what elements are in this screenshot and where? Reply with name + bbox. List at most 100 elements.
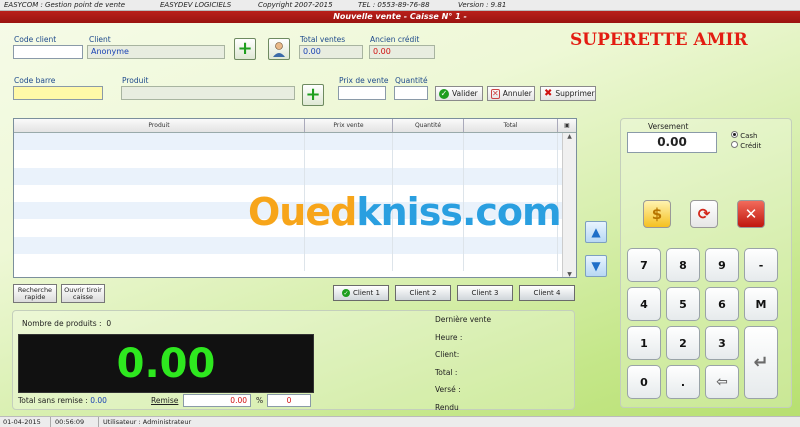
enter-key[interactable]: ↵ bbox=[744, 326, 778, 399]
company-name: EASYDEV LOGICIELS bbox=[160, 1, 232, 9]
table-cell bbox=[305, 236, 393, 255]
arrow-up-icon: ▲ bbox=[591, 225, 601, 239]
client-4-button[interactable]: Client 4 bbox=[519, 285, 575, 301]
copyright: Copyright 2007-2015 bbox=[258, 1, 333, 9]
key-dot[interactable]: . bbox=[666, 365, 700, 399]
check-icon: ✓ bbox=[342, 289, 351, 297]
table-row[interactable] bbox=[14, 133, 576, 151]
table-cell bbox=[305, 167, 393, 185]
client-last-label: Client: bbox=[435, 350, 460, 359]
valider-button[interactable]: ✓ Valider bbox=[435, 86, 483, 101]
recherche-rapide-button[interactable]: Recherche rapide bbox=[13, 284, 57, 303]
derniere-vente-title: Dernière vente bbox=[435, 315, 492, 324]
key-3[interactable]: 3 bbox=[705, 326, 739, 360]
col-total[interactable]: Total bbox=[464, 119, 558, 132]
add-client-button[interactable]: + bbox=[234, 38, 256, 60]
key-9[interactable]: 9 bbox=[705, 248, 739, 282]
app-title: EASYCOM : Gestion point de vente bbox=[4, 1, 126, 9]
status-divider bbox=[50, 417, 51, 427]
remise-label: Remise bbox=[151, 396, 179, 405]
col-produit[interactable]: Produit bbox=[14, 119, 305, 132]
nombre-produits: Nombre de produits : 0 bbox=[22, 319, 112, 328]
close-button[interactable]: ✕ bbox=[737, 200, 765, 228]
grid-options-icon[interactable]: ▣ bbox=[558, 119, 576, 132]
refresh-button[interactable]: ⟳ bbox=[690, 200, 718, 228]
move-down-button[interactable]: ▼ bbox=[585, 255, 607, 277]
key-4[interactable]: 4 bbox=[627, 287, 661, 321]
backspace-icon: ⇦ bbox=[716, 374, 728, 390]
key-0[interactable]: 0 bbox=[627, 365, 661, 399]
ancien-credit-field: 0.00 bbox=[369, 45, 435, 59]
key-5[interactable]: 5 bbox=[666, 287, 700, 321]
ancien-credit-label: Ancien crédit bbox=[370, 35, 420, 44]
percent-label: % bbox=[256, 396, 264, 405]
cash-option[interactable]: Cash bbox=[731, 131, 761, 140]
dollar-button[interactable]: $ bbox=[643, 200, 671, 228]
code-client-label: Code client bbox=[14, 35, 57, 44]
scroll-down-icon[interactable]: ▼ bbox=[563, 271, 576, 277]
table-cell bbox=[464, 236, 558, 255]
produit-label: Produit bbox=[122, 76, 149, 85]
scroll-up-icon[interactable]: ▲ bbox=[563, 133, 576, 140]
rendu-label: Rendu bbox=[435, 402, 459, 412]
add-product-button[interactable]: + bbox=[302, 84, 324, 106]
key-7[interactable]: 7 bbox=[627, 248, 661, 282]
table-cell bbox=[14, 236, 305, 255]
table-row[interactable] bbox=[14, 167, 576, 185]
client-label: Client bbox=[89, 35, 111, 44]
key-2[interactable]: 2 bbox=[666, 326, 700, 360]
percent-input[interactable]: 0 bbox=[267, 394, 311, 407]
client-profile-button[interactable] bbox=[268, 38, 290, 60]
key-m[interactable]: M bbox=[744, 287, 778, 321]
remise-input[interactable]: 0.00 bbox=[183, 394, 251, 407]
total-sans-remise: Total sans remise : 0.00 bbox=[18, 396, 107, 405]
plus-icon: + bbox=[305, 84, 321, 105]
produit-field bbox=[121, 86, 295, 100]
client-field: Anonyme bbox=[87, 45, 225, 59]
client-1-button[interactable]: ✓ Client 1 bbox=[333, 285, 389, 301]
client-2-button[interactable]: Client 2 bbox=[395, 285, 451, 301]
prix-vente-input[interactable] bbox=[338, 86, 386, 100]
payment-type: Cash Crédit bbox=[731, 131, 761, 150]
code-client-input[interactable] bbox=[13, 45, 83, 59]
col-prix-vente[interactable]: Prix vente bbox=[305, 119, 393, 132]
table-row[interactable] bbox=[14, 150, 576, 168]
table-cell bbox=[393, 236, 464, 255]
status-time: 00:56:09 bbox=[55, 418, 85, 426]
code-barre-input[interactable] bbox=[13, 86, 103, 100]
derniere-vente: Dernière vente Heure : Client: Total : V… bbox=[435, 311, 491, 416]
table-cell bbox=[393, 254, 464, 272]
credit-option[interactable]: Crédit bbox=[731, 141, 761, 150]
total-last-label: Total : bbox=[435, 367, 458, 377]
versement-input[interactable]: 0.00 bbox=[627, 132, 717, 153]
table-cell bbox=[305, 150, 393, 168]
col-quantite[interactable]: Quantité bbox=[393, 119, 464, 132]
quantite-input[interactable] bbox=[394, 86, 428, 100]
credit-radio[interactable] bbox=[731, 141, 738, 148]
key-8[interactable]: 8 bbox=[666, 248, 700, 282]
status-date: 01-04-2015 bbox=[3, 418, 41, 426]
supprimer-button[interactable]: ✖ Supprimer bbox=[540, 86, 596, 101]
key-1[interactable]: 1 bbox=[627, 326, 661, 360]
move-up-button[interactable]: ▲ bbox=[585, 221, 607, 243]
annuler-button[interactable]: ✕ Annuler bbox=[487, 86, 535, 101]
grid-scrollbar[interactable]: ▲ ▼ bbox=[562, 133, 576, 277]
table-cell bbox=[393, 167, 464, 185]
delete-icon: ✖ bbox=[544, 88, 553, 99]
client-3-button[interactable]: Client 3 bbox=[457, 285, 513, 301]
check-icon: ✓ bbox=[439, 88, 449, 99]
key-minus[interactable]: - bbox=[744, 248, 778, 282]
table-row[interactable] bbox=[14, 254, 576, 272]
code-barre-label: Code barre bbox=[14, 76, 56, 85]
quantite-label: Quantité bbox=[395, 76, 428, 85]
backspace-key[interactable]: ⇦ bbox=[705, 365, 739, 399]
store-brand: SUPERETTE AMIR bbox=[570, 30, 748, 50]
table-row[interactable] bbox=[14, 236, 576, 255]
total-display: 0.00 bbox=[18, 334, 314, 393]
key-6[interactable]: 6 bbox=[705, 287, 739, 321]
table-cell bbox=[14, 133, 305, 151]
prix-vente-label: Prix de vente bbox=[339, 76, 389, 85]
total-ventes-field: 0.00 bbox=[299, 45, 363, 59]
cash-radio[interactable] bbox=[731, 131, 738, 138]
ouvrir-tiroir-button[interactable]: Ouvrir tiroir caisse bbox=[61, 284, 105, 303]
